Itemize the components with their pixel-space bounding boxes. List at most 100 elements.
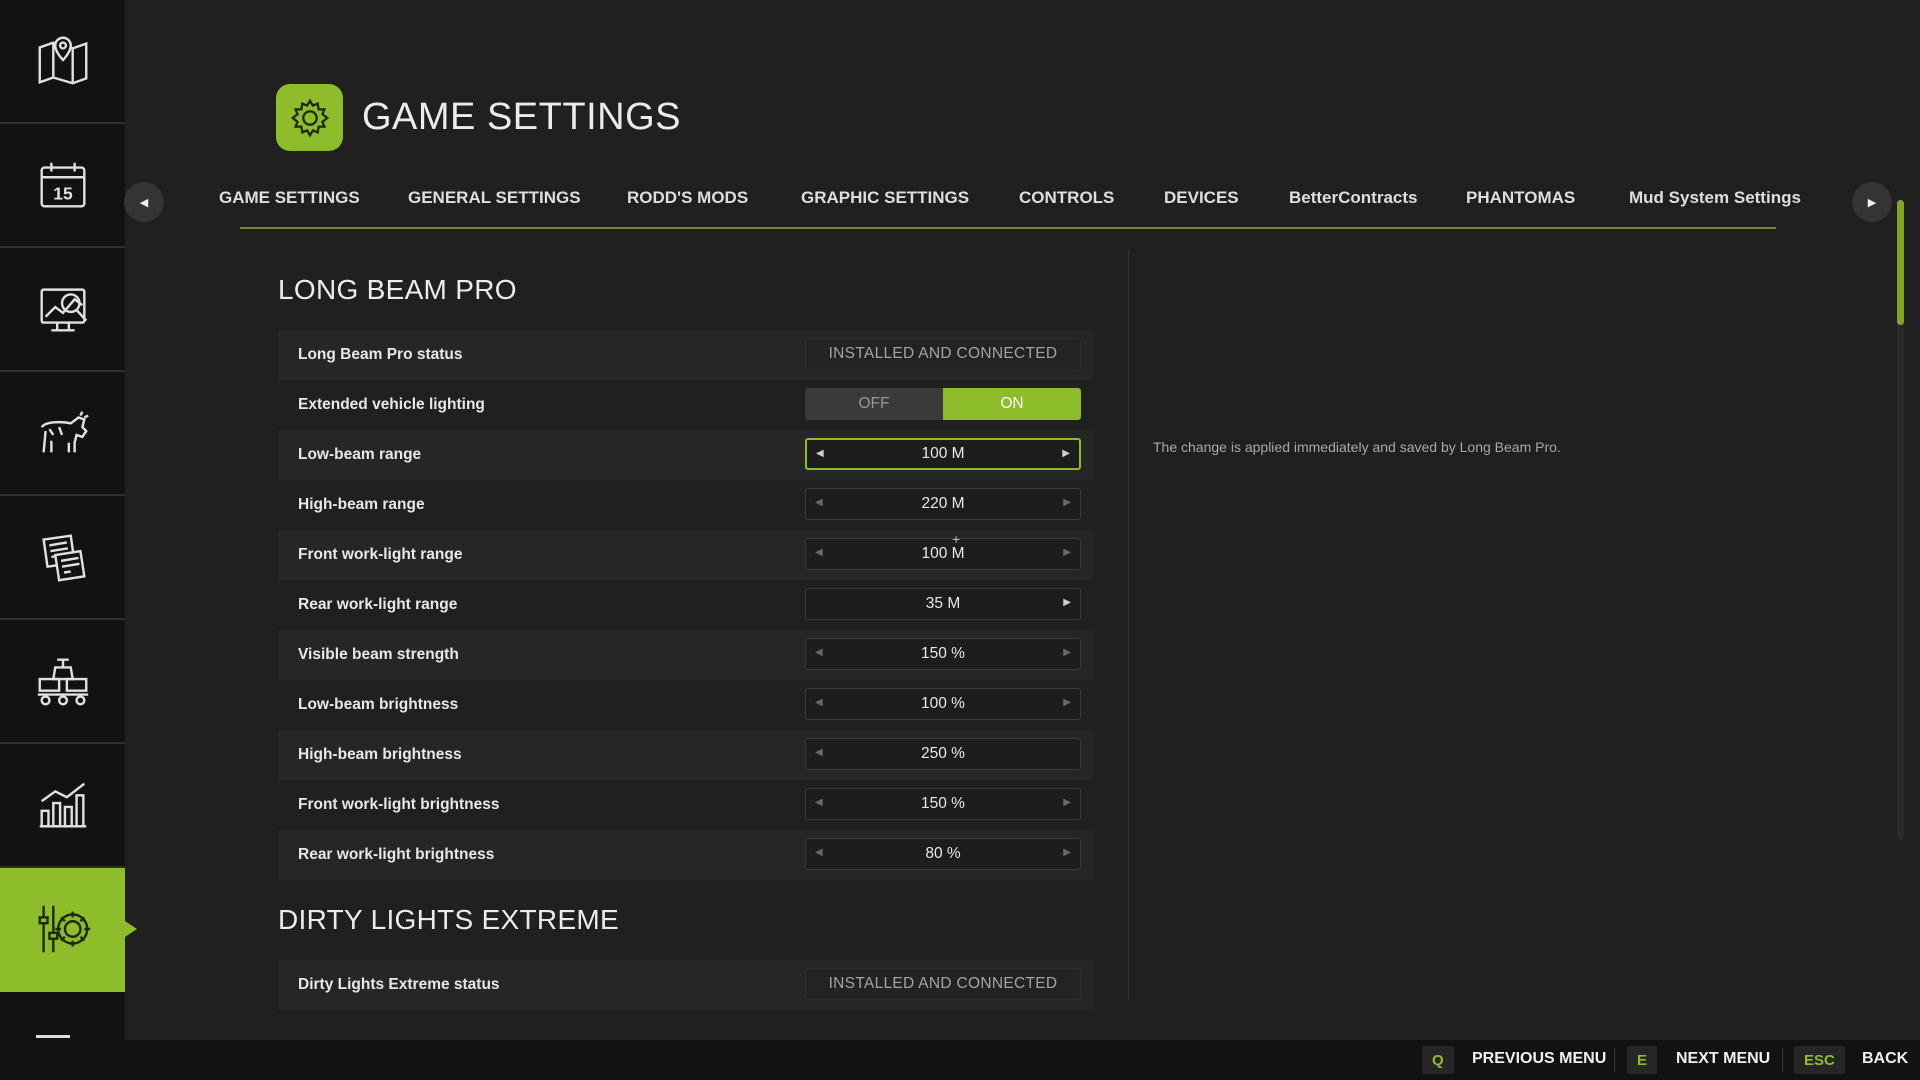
settings-list-dirty-lights-extreme: Dirty Lights Extreme status INSTALLED AN… bbox=[278, 960, 1093, 1010]
prices-chart-icon bbox=[39, 288, 87, 332]
sidebar-item-contracts[interactable] bbox=[0, 496, 125, 620]
setting-label: Low-beam range bbox=[298, 446, 422, 463]
tab-bar: GAME SETTINGS GENERAL SETTINGS RODD'S MO… bbox=[219, 178, 1801, 230]
sidebar-item-prices[interactable] bbox=[0, 248, 125, 372]
setting-label: Long Beam Pro status bbox=[298, 346, 463, 363]
high-beam-range-stepper[interactable]: ◀ 220 M ▶ bbox=[805, 488, 1081, 520]
toggle-off-option[interactable]: OFF bbox=[805, 388, 943, 420]
increase-arrow-icon[interactable]: ▶ bbox=[1063, 847, 1071, 858]
row-high-beam-range: High-beam range ◀ 220 M ▶ bbox=[278, 480, 1093, 530]
setting-label: Extended vehicle lighting bbox=[298, 396, 485, 413]
settings-sliders-icon bbox=[38, 905, 90, 953]
decrease-arrow-icon[interactable]: ◀ bbox=[815, 497, 823, 508]
decrease-arrow-icon[interactable]: ◀ bbox=[815, 697, 823, 708]
setting-label: Front work-light brightness bbox=[298, 796, 500, 813]
map-icon bbox=[38, 36, 87, 85]
header-gear-icon bbox=[276, 84, 343, 151]
production-icon bbox=[37, 658, 88, 706]
decrease-arrow-icon[interactable]: ◀ bbox=[815, 847, 823, 858]
increase-arrow-icon[interactable]: ▶ bbox=[1063, 697, 1071, 708]
crosshair-icon: + bbox=[952, 531, 961, 547]
sidebar-more-indicator bbox=[36, 1035, 70, 1038]
setting-label: Low-beam brightness bbox=[298, 696, 459, 713]
setting-label: Rear work-light range bbox=[298, 596, 458, 613]
gear-icon bbox=[290, 98, 329, 137]
calendar-icon: 15 bbox=[39, 162, 86, 208]
rear-work-light-range-stepper[interactable]: 35 M ▶ bbox=[805, 588, 1081, 620]
status-value: INSTALLED AND CONNECTED bbox=[805, 968, 1081, 1000]
front-work-light-range-stepper[interactable]: ◀ 100 M ▶ bbox=[805, 538, 1081, 570]
statistics-icon bbox=[39, 782, 86, 828]
row-visible-beam-strength: Visible beam strength ◀ 150 % ▶ bbox=[278, 630, 1093, 680]
increase-arrow-icon[interactable]: ▶ bbox=[1063, 547, 1071, 558]
tab-phantomas[interactable]: PHANTOMAS bbox=[1466, 188, 1575, 208]
row-dle-status: Dirty Lights Extreme status INSTALLED AN… bbox=[278, 960, 1093, 1010]
sidebar-item-calendar[interactable]: 15 bbox=[0, 124, 125, 248]
rear-work-light-brightness-stepper[interactable]: ◀ 80 % ▶ bbox=[805, 838, 1081, 870]
high-beam-brightness-stepper[interactable]: ◀ 250 % bbox=[805, 738, 1081, 770]
sidebar: 15 bbox=[0, 0, 137, 1040]
decrease-arrow-icon[interactable]: ◀ bbox=[815, 647, 823, 658]
increase-arrow-icon[interactable]: ▶ bbox=[1063, 597, 1071, 608]
tab-bettercontracts[interactable]: BetterContracts bbox=[1289, 188, 1417, 208]
tab-mud-system-settings[interactable]: Mud System Settings bbox=[1629, 188, 1801, 208]
footer-separator bbox=[1782, 1048, 1783, 1072]
panel-divider bbox=[1128, 250, 1129, 1000]
tabs-prev-button[interactable]: ◀ bbox=[124, 182, 164, 222]
row-front-work-light-range: Front work-light range ◀ 100 M ▶ bbox=[278, 530, 1093, 580]
row-low-beam-range: Low-beam range ◀ 100 M ▶ bbox=[278, 430, 1093, 480]
row-lbp-status: Long Beam Pro status INSTALLED AND CONNE… bbox=[278, 330, 1093, 380]
decrease-arrow-icon[interactable]: ◀ bbox=[816, 448, 824, 459]
caret-right-icon: ▶ bbox=[1867, 196, 1877, 209]
sidebar-item-settings[interactable] bbox=[0, 868, 137, 992]
active-indicator bbox=[125, 921, 137, 937]
toggle-on-option[interactable]: ON bbox=[943, 388, 1081, 420]
increase-arrow-icon[interactable]: ▶ bbox=[1062, 448, 1070, 459]
tab-game-settings[interactable]: GAME SETTINGS bbox=[219, 188, 360, 208]
row-extended-lighting: Extended vehicle lighting OFF ON bbox=[278, 380, 1093, 430]
front-work-light-brightness-stepper[interactable]: ◀ 150 % ▶ bbox=[805, 788, 1081, 820]
tab-rodds-mods[interactable]: RODD'S MODS bbox=[627, 188, 748, 208]
key-hint-esc: ESC bbox=[1794, 1046, 1845, 1074]
increase-arrow-icon[interactable]: ▶ bbox=[1063, 497, 1071, 508]
row-high-beam-brightness: High-beam brightness ◀ 250 % bbox=[278, 730, 1093, 780]
low-beam-brightness-stepper[interactable]: ◀ 100 % ▶ bbox=[805, 688, 1081, 720]
setting-label: Rear work-light brightness bbox=[298, 846, 495, 863]
tabs-underline bbox=[240, 227, 1776, 229]
tab-devices[interactable]: DEVICES bbox=[1164, 188, 1239, 208]
next-menu-button[interactable]: NEXT MENU bbox=[1676, 1050, 1770, 1068]
tab-controls[interactable]: CONTROLS bbox=[1019, 188, 1114, 208]
row-rear-work-light-brightness: Rear work-light brightness ◀ 80 % ▶ bbox=[278, 830, 1093, 880]
setting-label: Visible beam strength bbox=[298, 646, 459, 663]
setting-label: High-beam range bbox=[298, 496, 425, 513]
status-value: INSTALLED AND CONNECTED bbox=[805, 338, 1081, 370]
setting-label: High-beam brightness bbox=[298, 746, 462, 763]
row-low-beam-brightness: Low-beam brightness ◀ 100 % ▶ bbox=[278, 680, 1093, 730]
increase-arrow-icon[interactable]: ▶ bbox=[1063, 647, 1071, 658]
caret-left-icon: ◀ bbox=[139, 196, 149, 209]
tab-general-settings[interactable]: GENERAL SETTINGS bbox=[408, 188, 581, 208]
key-hint-q: Q bbox=[1422, 1046, 1454, 1074]
back-button[interactable]: BACK bbox=[1862, 1050, 1908, 1068]
sidebar-item-production[interactable] bbox=[0, 620, 125, 744]
sidebar-item-animals[interactable] bbox=[0, 372, 125, 496]
sidebar-item-map[interactable] bbox=[0, 0, 125, 124]
page-title: GAME SETTINGS bbox=[362, 96, 681, 138]
setting-label: Front work-light range bbox=[298, 546, 463, 563]
decrease-arrow-icon[interactable]: ◀ bbox=[815, 747, 823, 758]
scrollbar-thumb[interactable] bbox=[1897, 200, 1904, 325]
tabs-next-button[interactable]: ▶ bbox=[1852, 182, 1892, 222]
decrease-arrow-icon[interactable]: ◀ bbox=[815, 797, 823, 808]
tab-graphic-settings[interactable]: GRAPHIC SETTINGS bbox=[801, 188, 969, 208]
decrease-arrow-icon[interactable]: ◀ bbox=[815, 547, 823, 558]
sidebar-item-statistics[interactable] bbox=[0, 744, 125, 868]
extended-lighting-toggle[interactable]: OFF ON bbox=[805, 388, 1081, 420]
settings-list-long-beam-pro: Long Beam Pro status INSTALLED AND CONNE… bbox=[278, 330, 1093, 880]
previous-menu-button[interactable]: PREVIOUS MENU bbox=[1472, 1050, 1606, 1068]
cow-icon bbox=[40, 411, 89, 453]
increase-arrow-icon[interactable]: ▶ bbox=[1063, 797, 1071, 808]
svg-text:15: 15 bbox=[53, 184, 73, 204]
setting-label: Dirty Lights Extreme status bbox=[298, 976, 500, 993]
low-beam-range-stepper[interactable]: ◀ 100 M ▶ bbox=[805, 438, 1081, 470]
visible-beam-strength-stepper[interactable]: ◀ 150 % ▶ bbox=[805, 638, 1081, 670]
